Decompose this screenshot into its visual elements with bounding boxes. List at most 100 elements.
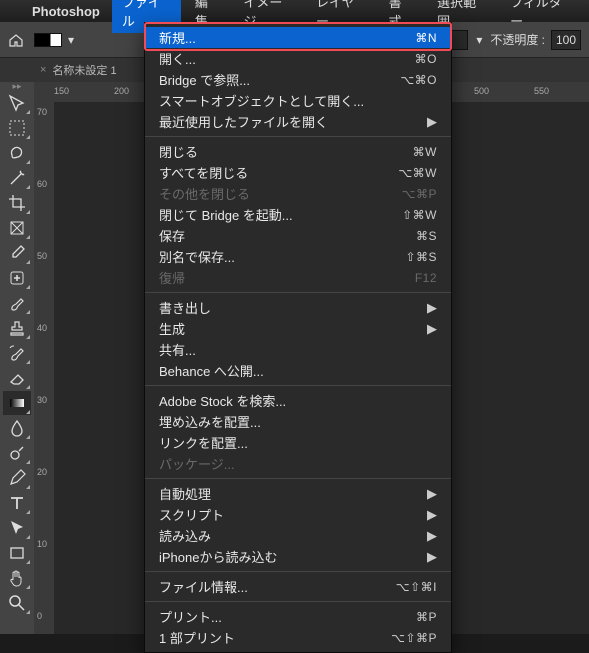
menu-item: その他を閉じる⌥⌘P xyxy=(145,183,451,204)
ruler-tick: 0 xyxy=(37,611,42,621)
tool-flyout-icon xyxy=(26,410,30,414)
menu-separator xyxy=(145,571,451,572)
tool-healing[interactable] xyxy=(3,266,31,290)
menu-item-label: 復帰 xyxy=(159,268,415,287)
submenu-arrow-icon: ▶ xyxy=(427,507,437,523)
tool-flyout-icon xyxy=(26,535,30,539)
tools-panel: ▸▸ xyxy=(0,82,34,634)
tool-flyout-icon xyxy=(26,460,30,464)
tool-eraser[interactable] xyxy=(3,366,31,390)
menu-item-label: プリント... xyxy=(159,607,416,626)
menu-item[interactable]: 新規...⌘N xyxy=(145,27,451,48)
menu-item[interactable]: 自動処理▶ xyxy=(145,483,451,504)
app-name[interactable]: Photoshop xyxy=(24,4,108,19)
menu-item[interactable]: 保存⌘S xyxy=(145,225,451,246)
menu-item[interactable]: Adobe Stock を検索... xyxy=(145,390,451,411)
opacity-input[interactable]: 100 xyxy=(551,30,581,50)
menu-item[interactable]: 開く...⌘O xyxy=(145,48,451,69)
menu-item[interactable]: 埋め込みを配置... xyxy=(145,411,451,432)
menu-item[interactable]: 生成▶ xyxy=(145,318,451,339)
menu-item-label: その他を閉じる xyxy=(159,184,402,203)
submenu-arrow-icon: ▶ xyxy=(427,486,437,502)
menubar-item-フィルター[interactable]: フィルター xyxy=(500,0,581,33)
menu-item[interactable]: 書き出し▶ xyxy=(145,297,451,318)
menu-shortcut: ⌘W xyxy=(413,145,437,159)
ruler-tick: 150 xyxy=(54,86,69,96)
ruler-tick: 10 xyxy=(37,539,47,549)
tool-path-select[interactable] xyxy=(3,516,31,540)
tool-flyout-icon xyxy=(26,385,30,389)
menu-item-label: Bridge で参照... xyxy=(159,70,400,89)
menu-separator xyxy=(145,385,451,386)
tool-rectangle[interactable] xyxy=(3,541,31,565)
tool-flyout-icon xyxy=(26,335,30,339)
tool-history-brush[interactable] xyxy=(3,341,31,365)
menu-item[interactable]: 最近使用したファイルを開く▶ xyxy=(145,111,451,132)
menu-item[interactable]: リンクを配置... xyxy=(145,432,451,453)
ruler-tick: 60 xyxy=(37,179,47,189)
menu-item-label: パッケージ... xyxy=(159,454,437,473)
home-icon[interactable] xyxy=(8,32,24,48)
tool-blur[interactable] xyxy=(3,416,31,440)
tool-stamp[interactable] xyxy=(3,316,31,340)
ruler-tick: 70 xyxy=(37,107,47,117)
tool-eyedropper[interactable] xyxy=(3,241,31,265)
menu-item[interactable]: iPhoneから読み込む▶ xyxy=(145,546,451,567)
menu-item[interactable]: 共有... xyxy=(145,339,451,360)
tool-brush[interactable] xyxy=(3,291,31,315)
menu-item[interactable]: Bridge で参照...⌥⌘O xyxy=(145,69,451,90)
tool-flyout-icon xyxy=(26,210,30,214)
menu-item[interactable]: 閉じる⌘W xyxy=(145,141,451,162)
tool-hand[interactable] xyxy=(3,566,31,590)
menu-shortcut: ⇧⌘W xyxy=(402,208,437,222)
menu-item-label: ファイル情報... xyxy=(159,577,396,596)
tool-marquee[interactable] xyxy=(3,116,31,140)
document-tab-title[interactable]: 名称未設定 1 xyxy=(52,62,116,78)
menu-shortcut: ⌥⇧⌘P xyxy=(391,631,437,645)
chevron-down-icon: ▾ xyxy=(66,35,76,45)
menu-item-label: 読み込み xyxy=(159,526,427,545)
menu-item[interactable]: すべてを閉じる⌥⌘W xyxy=(145,162,451,183)
tool-dodge[interactable] xyxy=(3,441,31,465)
menu-item[interactable]: ファイル情報...⌥⇧⌘I xyxy=(145,576,451,597)
tool-pen[interactable] xyxy=(3,466,31,490)
menu-item-label: 新規... xyxy=(159,28,415,47)
tool-zoom[interactable] xyxy=(3,591,31,615)
menu-item: 復帰F12 xyxy=(145,267,451,288)
menu-item[interactable]: Behance へ公開... xyxy=(145,360,451,381)
tool-flyout-icon xyxy=(26,135,30,139)
tool-crop[interactable] xyxy=(3,191,31,215)
menu-item[interactable]: 1 部プリント⌥⇧⌘P xyxy=(145,627,451,648)
submenu-arrow-icon: ▶ xyxy=(427,528,437,544)
tool-move[interactable] xyxy=(3,91,31,115)
menu-item[interactable]: プリント...⌘P xyxy=(145,606,451,627)
menu-shortcut: ⌥⇧⌘I xyxy=(396,580,437,594)
menu-item-label: Behance へ公開... xyxy=(159,361,437,380)
tool-flyout-icon xyxy=(26,110,30,114)
ruler-tick: 30 xyxy=(37,395,47,405)
tool-frame[interactable] xyxy=(3,216,31,240)
chevron-down-icon[interactable]: ▾ xyxy=(474,35,484,45)
close-tab-icon[interactable]: × xyxy=(40,64,46,76)
menu-shortcut: ⌥⌘O xyxy=(400,73,437,87)
menu-shortcut: ⌘P xyxy=(416,610,437,624)
ruler-tick: 20 xyxy=(37,467,47,477)
tool-flyout-icon xyxy=(26,160,30,164)
menu-item[interactable]: スクリプト▶ xyxy=(145,504,451,525)
menu-item-label: 保存 xyxy=(159,226,416,245)
menu-item[interactable]: 別名で保存...⇧⌘S xyxy=(145,246,451,267)
menu-shortcut: ⌘O xyxy=(415,52,437,66)
tool-lasso[interactable] xyxy=(3,141,31,165)
tool-magic-wand[interactable] xyxy=(3,166,31,190)
menu-item[interactable]: 読み込み▶ xyxy=(145,525,451,546)
menu-item-label: 共有... xyxy=(159,340,437,359)
grip-icon[interactable]: ▸▸ xyxy=(12,84,21,90)
menu-item[interactable]: 閉じて Bridge を起動...⇧⌘W xyxy=(145,204,451,225)
fill-swatch-group[interactable]: ▾ xyxy=(34,33,76,47)
menu-item-label: 開く... xyxy=(159,49,415,68)
menu-item[interactable]: スマートオブジェクトとして開く... xyxy=(145,90,451,111)
menu-item-label: 埋め込みを配置... xyxy=(159,412,437,431)
tool-gradient[interactable] xyxy=(3,391,31,415)
tool-flyout-icon xyxy=(26,560,30,564)
tool-type[interactable] xyxy=(3,491,31,515)
